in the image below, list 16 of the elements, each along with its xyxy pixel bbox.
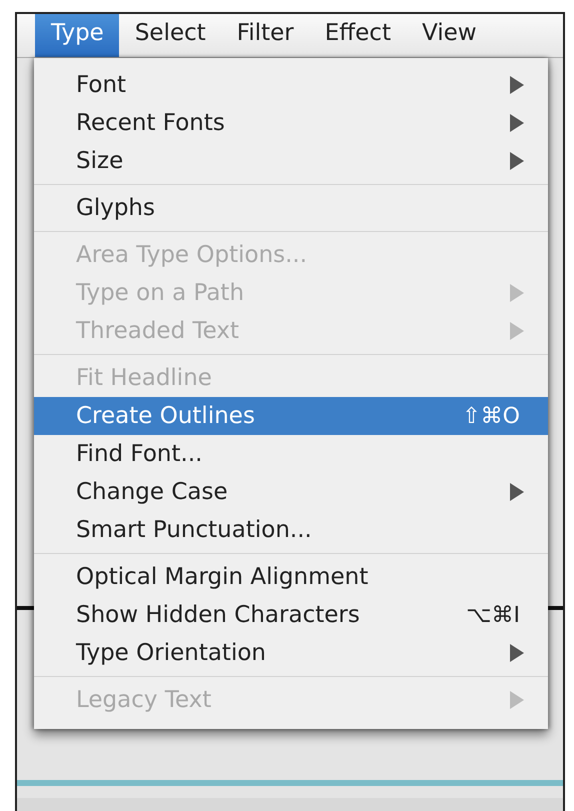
menu-item[interactable]: Create Outlines ⇧⌘O [34, 397, 548, 435]
menu-item[interactable]: Find Font... [34, 435, 548, 473]
menu-item[interactable]: Font [34, 66, 548, 104]
menu-bar-item[interactable]: Select [118, 14, 221, 57]
menu-item[interactable]: Size [34, 142, 548, 180]
menu-bar-item[interactable]: Filter [220, 14, 309, 57]
menu-item[interactable]: Type Orientation [34, 634, 548, 672]
menu-item[interactable]: Show Hidden Characters ⌥⌘I [34, 596, 548, 634]
menu-item[interactable]: Recent Fonts [34, 104, 548, 142]
menu-bar-item[interactable]: Effect [308, 14, 406, 57]
menu-item[interactable]: Change Case [34, 473, 548, 511]
menu-bar-item[interactable]: Type [35, 14, 119, 57]
menu-item[interactable]: Glyphs [34, 189, 548, 227]
menu-item[interactable]: Optical Margin Alignment [34, 558, 548, 596]
menu-item[interactable]: Smart Punctuation... [34, 511, 548, 549]
menu-bar-item[interactable]: View [406, 14, 492, 57]
